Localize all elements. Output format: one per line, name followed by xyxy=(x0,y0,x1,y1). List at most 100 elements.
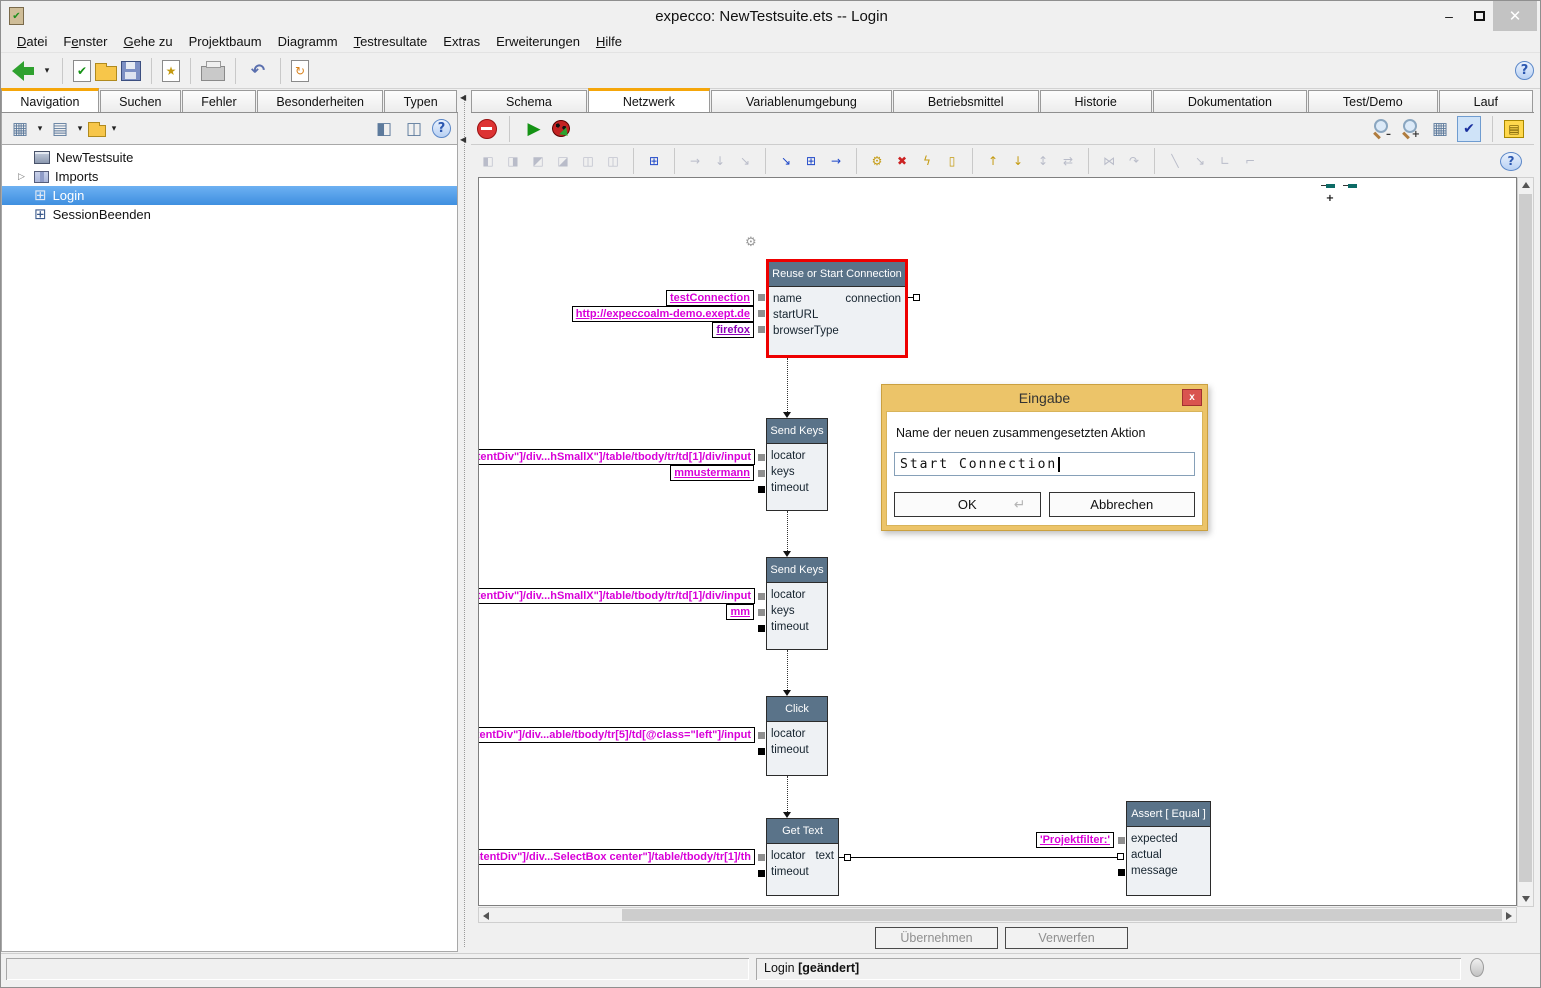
help-button[interactable]: ? xyxy=(1515,61,1534,80)
data-connection[interactable] xyxy=(851,857,1117,858)
tree-item-newtestsuite[interactable]: NewTestsuite xyxy=(2,148,457,167)
vertical-scrollbar[interactable] xyxy=(1517,177,1534,907)
input-pin-label[interactable]: locator xyxy=(771,450,806,462)
value-box[interactable]: mmustermann xyxy=(670,465,754,481)
back-dropdown[interactable]: ▾ xyxy=(42,58,52,84)
value-box[interactable]: ntentDiv"]/div...SelectBox center"]/tabl… xyxy=(478,849,755,865)
split-view-button[interactable]: ◫ xyxy=(402,116,426,142)
input-pin-label[interactable]: actual xyxy=(1131,849,1162,861)
connect-output-button[interactable]: ↘ xyxy=(734,148,756,174)
gear-icon[interactable]: ⚙ xyxy=(745,235,757,250)
report-button[interactable]: ▤ xyxy=(1504,120,1524,138)
remove-breakpoints-button[interactable] xyxy=(477,119,497,139)
menu-gehe-zu[interactable]: Gehe zu xyxy=(115,32,180,51)
line-ortho-button[interactable]: ∟ xyxy=(1214,148,1236,174)
align-top-button[interactable]: ◩ xyxy=(527,148,549,174)
output-pin-label[interactable]: text xyxy=(815,850,834,862)
new-diagram-dropdown[interactable]: ▾ xyxy=(35,116,45,142)
new-action-dropdown[interactable]: ▾ xyxy=(75,116,85,142)
action-node-reuse-or-start-connection[interactable]: Reuse or Start Connection nameconnection… xyxy=(766,259,908,358)
new-diagram-button[interactable]: ▦ xyxy=(8,116,32,142)
input-port[interactable] xyxy=(758,870,765,877)
tree-item-imports[interactable]: ▷ Imports xyxy=(2,167,457,186)
maximize-button[interactable] xyxy=(1465,1,1493,31)
menu-fenster[interactable]: Fenster xyxy=(55,32,115,51)
input-pin-label[interactable]: keys xyxy=(771,605,795,617)
align-left-button[interactable]: ◧ xyxy=(477,148,499,174)
action-node-click[interactable]: Click locator timeout xyxy=(766,696,828,776)
input-port[interactable] xyxy=(758,454,765,461)
input-pin-label[interactable]: startURL xyxy=(773,309,818,321)
input-port[interactable] xyxy=(758,609,765,616)
value-box[interactable]: ntentDiv"]/div...able/tbody/tr[5]/td[@cl… xyxy=(478,727,755,743)
value-box[interactable]: ntentDiv"]/div...hSmallX"]/table/tbody/t… xyxy=(478,588,755,604)
menu-extras[interactable]: Extras xyxy=(435,32,488,51)
network-diagram-canvas[interactable]: ⚙ + Reuse or Start Connection nameconnec… xyxy=(478,177,1517,906)
add-input-connection-button[interactable]: ↘ xyxy=(775,148,797,174)
scroll-down-icon[interactable] xyxy=(1522,896,1530,902)
action-node-send-keys-1[interactable]: Send Keys locator keys timeout xyxy=(766,418,828,511)
value-box[interactable]: testConnection xyxy=(666,290,754,306)
scroll-right-icon[interactable] xyxy=(1506,912,1512,920)
input-port[interactable] xyxy=(758,470,765,477)
input-port[interactable] xyxy=(758,486,765,493)
scrollbar-thumb[interactable] xyxy=(622,909,1502,921)
output-port[interactable] xyxy=(844,854,851,861)
value-box[interactable]: firefox xyxy=(712,322,754,338)
action-node-get-text[interactable]: Get Text locatortext timeout xyxy=(766,818,839,896)
input-pin-label[interactable]: locator xyxy=(771,728,806,740)
input-port[interactable] xyxy=(758,854,765,861)
close-button[interactable]: ✕ xyxy=(1493,1,1537,31)
new-folder-button[interactable] xyxy=(88,125,106,137)
zoom-in-button[interactable]: + xyxy=(1399,117,1423,141)
scrollbar-thumb[interactable] xyxy=(1519,194,1532,882)
connect-down-button[interactable]: ↓ xyxy=(709,148,731,174)
line-polyline-button[interactable]: ↘ xyxy=(1189,148,1211,174)
ok-button[interactable]: OK ↵ xyxy=(894,492,1041,517)
tab-besonderheiten[interactable]: Besonderheiten xyxy=(257,90,383,112)
horizontal-scrollbar[interactable] xyxy=(478,907,1517,923)
action-node-assert-equal[interactable]: Assert [ Equal ] expected actual message xyxy=(1126,801,1211,896)
minimize-button[interactable]: – xyxy=(1435,1,1463,31)
run-button[interactable]: ▶ xyxy=(522,116,546,142)
input-port[interactable] xyxy=(1117,853,1124,860)
line-direct-button[interactable]: ╲ xyxy=(1164,148,1186,174)
new-document-button[interactable]: ★ xyxy=(162,60,180,82)
dialog-titlebar[interactable]: Eingabe x xyxy=(882,385,1207,411)
scroll-left-icon[interactable] xyxy=(483,912,489,920)
action-name-input[interactable]: Start Connection xyxy=(894,452,1195,476)
add-step-button[interactable]: ⊞ xyxy=(800,148,822,174)
menu-hilfe[interactable]: Hilfe xyxy=(588,32,630,51)
save-button[interactable] xyxy=(121,61,141,81)
pin-settings-button[interactable]: ⚙ xyxy=(866,148,888,174)
tab-lauf[interactable]: Lauf xyxy=(1439,90,1533,112)
input-pin-label[interactable]: timeout xyxy=(771,621,809,633)
menu-projektbaum[interactable]: Projektbaum xyxy=(181,32,270,51)
align-hcenter-button[interactable]: ◫ xyxy=(577,148,599,174)
move-pin-down-button[interactable]: ↓ xyxy=(1007,148,1029,174)
connect-input-button[interactable]: → xyxy=(684,148,706,174)
reroute-connection-button[interactable]: ↷ xyxy=(1123,148,1145,174)
tab-historie[interactable]: Historie xyxy=(1040,90,1152,112)
new-folder-dropdown[interactable]: ▾ xyxy=(109,116,119,142)
help-button[interactable]: ? xyxy=(432,119,451,138)
input-port[interactable] xyxy=(758,593,765,600)
input-pin-label[interactable]: timeout xyxy=(771,482,809,494)
grid-button[interactable]: ▦ xyxy=(1428,116,1452,142)
dialog-close-button[interactable]: x xyxy=(1182,389,1202,406)
input-port[interactable] xyxy=(758,294,765,301)
tree-item-sessionbeenden[interactable]: ⊞ SessionBeenden xyxy=(2,205,457,224)
accept-button[interactable]: ✔ xyxy=(73,60,91,82)
scroll-up-icon[interactable] xyxy=(1522,182,1530,188)
tab-netzwerk[interactable]: Netzwerk xyxy=(588,88,710,112)
input-pin-label[interactable]: browserType xyxy=(773,325,839,337)
move-pin-up-button[interactable]: ↑ xyxy=(982,148,1004,174)
input-pin-label[interactable]: keys xyxy=(771,466,795,478)
input-port[interactable] xyxy=(758,748,765,755)
input-port[interactable] xyxy=(758,326,765,333)
value-box[interactable]: ntentDiv"]/div...hSmallX"]/table/tbody/t… xyxy=(478,449,755,465)
input-pin-label[interactable]: timeout xyxy=(771,744,809,756)
panel-splitter[interactable]: ◀ ◀ xyxy=(458,89,471,953)
value-box[interactable]: 'Projektfilter:' xyxy=(1036,832,1114,848)
input-port[interactable] xyxy=(758,310,765,317)
